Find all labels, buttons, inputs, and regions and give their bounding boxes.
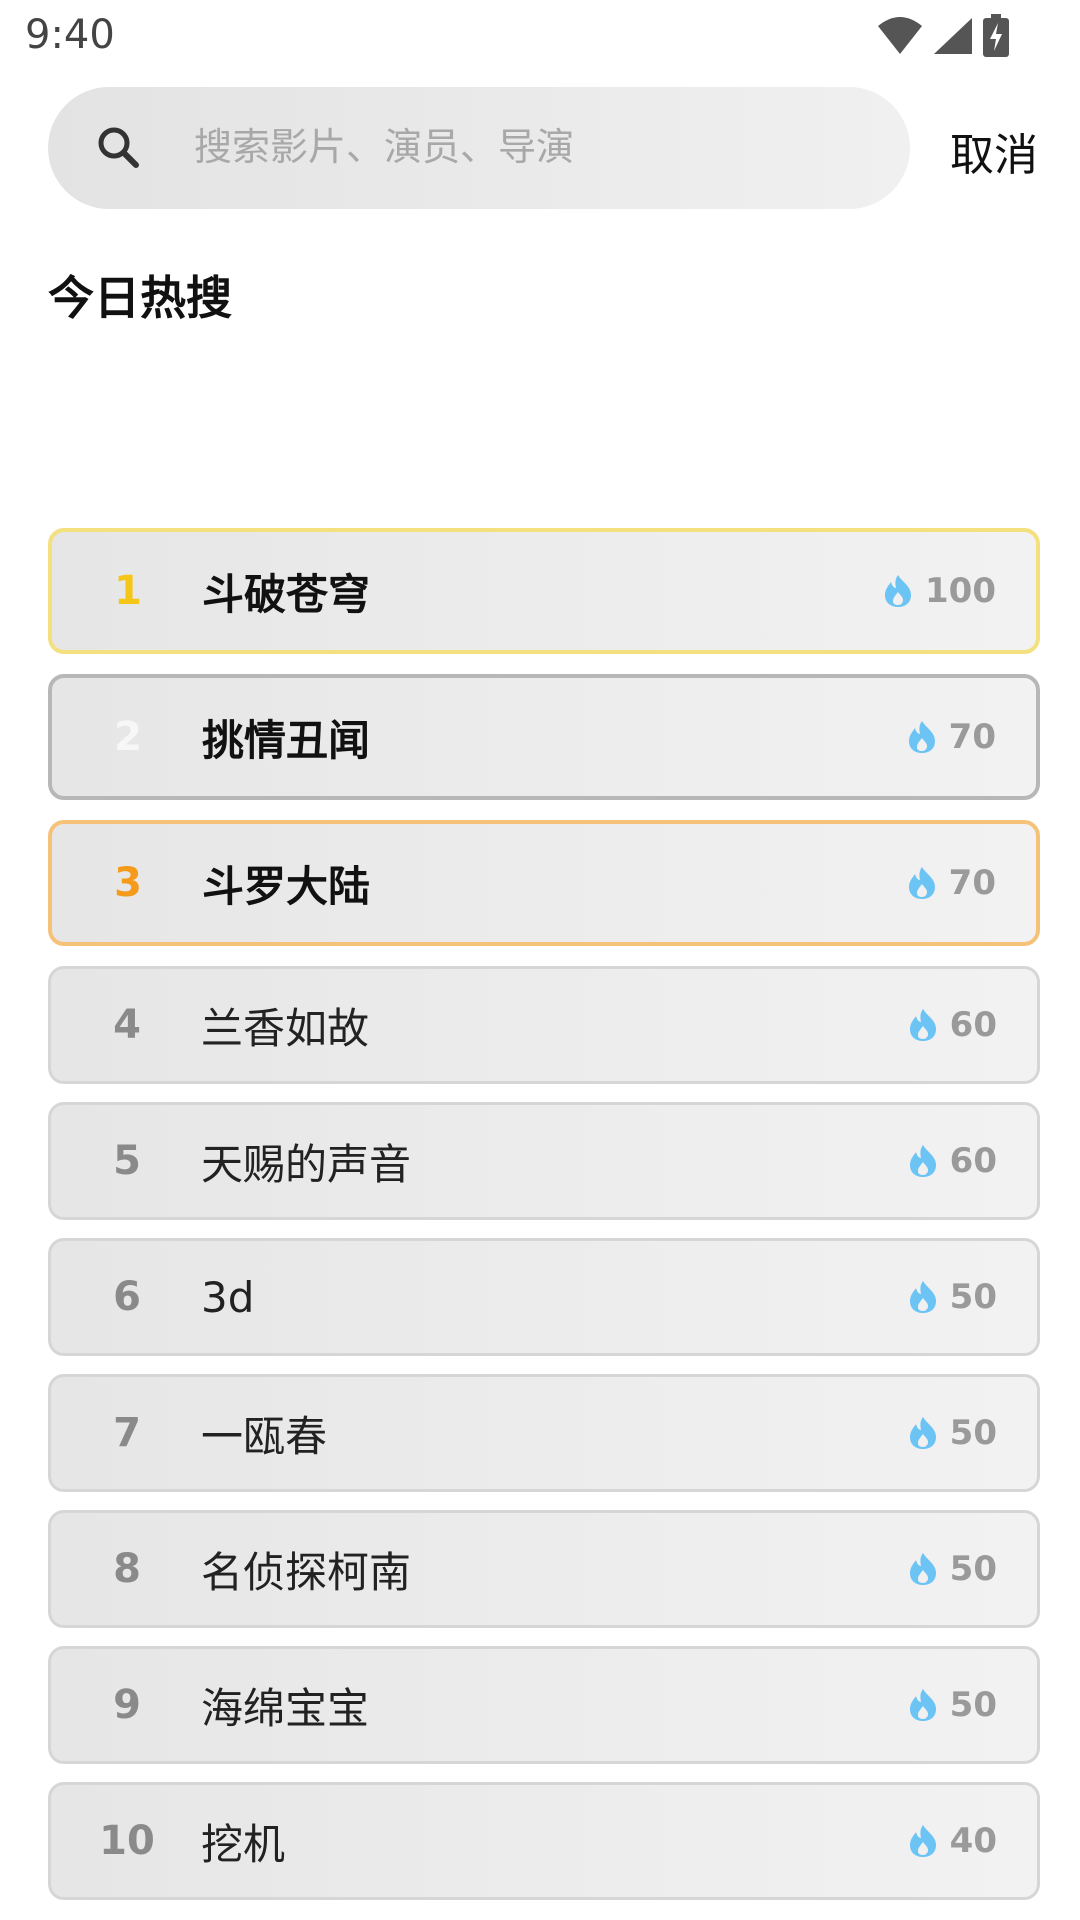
heat-score: 60 (908, 1005, 997, 1045)
search-input[interactable] (194, 117, 874, 177)
heat-value: 60 (949, 1141, 997, 1181)
rank-number: 3 (114, 860, 142, 906)
rank-number: 7 (113, 1410, 141, 1456)
list-item[interactable]: 1 斗破苍穹 100 (48, 528, 1040, 654)
flame-icon (909, 1281, 936, 1313)
list-item[interactable]: 3 斗罗大陆 70 (48, 820, 1040, 946)
status-bar: 9:40 (0, 0, 1080, 72)
heat-value: 40 (949, 1821, 997, 1861)
list-item[interactable]: 7 一瓯春 50 (48, 1374, 1040, 1492)
list-item[interactable]: 6 3d 50 (48, 1238, 1040, 1356)
rank-number: 2 (114, 714, 142, 760)
heat-value: 50 (949, 1277, 997, 1317)
flame-icon (909, 1145, 936, 1177)
heat-value: 50 (949, 1685, 997, 1725)
cancel-button[interactable]: 取消 (950, 119, 1038, 183)
heat-value: 70 (948, 863, 996, 903)
item-title: 名侦探柯南 (201, 1547, 412, 1597)
heat-score: 50 (908, 1685, 997, 1725)
item-title: 3d (201, 1272, 255, 1322)
list-item[interactable]: 5 天赐的声音 60 (48, 1102, 1040, 1220)
heat-value: 60 (949, 1005, 997, 1045)
heat-score: 50 (908, 1549, 997, 1589)
search-box[interactable] (48, 87, 910, 209)
signal-icon (934, 18, 972, 54)
status-icons (868, 14, 1010, 58)
status-time: 9:40 (25, 12, 115, 58)
search-icon (98, 127, 139, 168)
rank-number: 4 (113, 1002, 141, 1048)
flame-icon (909, 1689, 936, 1721)
battery-charging-icon (983, 14, 1009, 57)
flame-icon (885, 575, 912, 607)
flame-icon (909, 1553, 936, 1585)
heat-score: 70 (907, 863, 996, 903)
rank-number: 1 (114, 568, 142, 614)
flame-icon (909, 1825, 936, 1857)
list-item[interactable]: 8 名侦探柯南 50 (48, 1510, 1040, 1628)
flame-icon (909, 1417, 936, 1449)
item-title: 海绵宝宝 (201, 1683, 370, 1733)
heat-score: 70 (907, 717, 996, 757)
rank-number: 5 (113, 1138, 141, 1184)
rank-number: 10 (99, 1818, 155, 1864)
heat-score: 100 (883, 571, 996, 611)
flame-icon (909, 1009, 936, 1041)
section-title: 今日热搜 (48, 271, 232, 325)
heat-score: 50 (908, 1413, 997, 1453)
rank-number: 8 (113, 1546, 141, 1592)
item-title: 一瓯春 (201, 1411, 328, 1461)
heat-score: 40 (908, 1821, 997, 1861)
heat-score: 60 (908, 1141, 997, 1181)
flame-icon (908, 867, 935, 899)
flame-icon (908, 721, 935, 753)
rank-number: 9 (113, 1682, 141, 1728)
rank-number: 6 (113, 1274, 141, 1320)
list-item[interactable]: 2 挑情丑闻 70 (48, 674, 1040, 800)
item-title: 挖机 (201, 1819, 286, 1869)
heat-value: 50 (949, 1413, 997, 1453)
list-item[interactable]: 9 海绵宝宝 50 (48, 1646, 1040, 1764)
heat-value: 70 (948, 717, 996, 757)
search-bar: 取消 (48, 87, 1038, 209)
heat-value: 100 (925, 571, 996, 611)
item-title: 斗破苍穹 (202, 569, 371, 619)
heat-value: 50 (949, 1549, 997, 1589)
list-item[interactable]: 4 兰香如故 60 (48, 966, 1040, 1084)
item-title: 斗罗大陆 (202, 861, 371, 911)
item-title: 挑情丑闻 (202, 715, 371, 765)
hot-search-list: 1 斗破苍穹 100 2 挑情丑闻 70 3 斗罗大陆 70 4 兰香如故 60… (48, 528, 1040, 1918)
heat-score: 50 (908, 1277, 997, 1317)
list-item[interactable]: 10 挖机 40 (48, 1782, 1040, 1900)
item-title: 兰香如故 (201, 1003, 370, 1053)
wifi-icon (878, 17, 922, 54)
item-title: 天赐的声音 (201, 1139, 412, 1189)
